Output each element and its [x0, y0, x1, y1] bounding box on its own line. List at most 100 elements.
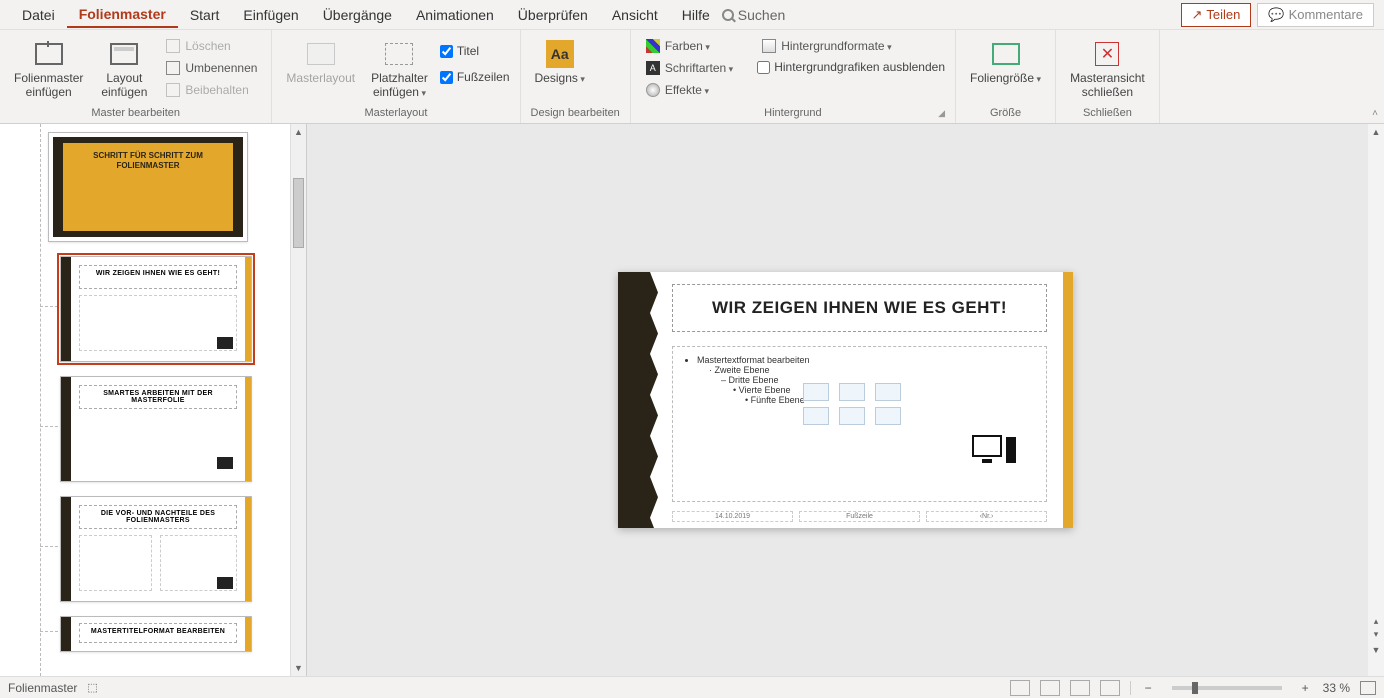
- slide-size-button[interactable]: Foliengröße: [966, 36, 1045, 88]
- layout-thumbnail-2[interactable]: SMARTES ARBEITEN MIT DER MASTERFOLIE: [60, 376, 252, 482]
- group-master-bearbeiten: Folienmaster einfügen Layout einfügen Lö…: [0, 30, 272, 123]
- share-button[interactable]: ↗ Teilen: [1181, 3, 1252, 27]
- slide-number-placeholder[interactable]: ‹Nr.›: [926, 511, 1047, 522]
- tree-line: [40, 124, 41, 676]
- slide-size-icon: [992, 43, 1020, 65]
- group-masterlayout: Masterlayout Platzhalter einfügen Titel …: [272, 30, 520, 123]
- group-label: Größe: [966, 105, 1045, 123]
- scroll-handle[interactable]: [293, 178, 304, 248]
- tab-uebergaenge[interactable]: Übergänge: [311, 3, 404, 27]
- rename-button[interactable]: Umbenennen: [161, 58, 261, 78]
- insert-slide-master-button[interactable]: Folienmaster einfügen: [10, 36, 87, 102]
- group-hintergrund: Farben ASchriftarten Effekte Hintergrund…: [631, 30, 956, 123]
- decorative-bar: [1063, 272, 1073, 528]
- date-placeholder[interactable]: 14.10.2019: [672, 511, 793, 522]
- insert-picture-icon[interactable]: [803, 407, 829, 425]
- tab-animationen[interactable]: Animationen: [404, 3, 506, 27]
- layout-icon: [110, 43, 138, 65]
- preserve-icon: [166, 83, 180, 97]
- group-label: Master bearbeiten: [10, 105, 261, 123]
- group-label: Design bearbeiten: [531, 105, 620, 123]
- fonts-button[interactable]: ASchriftarten: [641, 58, 737, 78]
- layout-thumbnail-4[interactable]: MASTERTITELFORMAT BEARBEITEN: [60, 616, 252, 652]
- slide-canvas[interactable]: WIR ZEIGEN IHNEN WIE ES GEHT! Mastertext…: [618, 272, 1073, 528]
- slideshow-view-button[interactable]: [1100, 680, 1120, 696]
- comment-icon: 💬: [1268, 7, 1284, 23]
- decorative-wave: [618, 272, 658, 528]
- content-placeholder[interactable]: Mastertextformat bearbeiten Zweite Ebene…: [672, 346, 1047, 502]
- reading-view-button[interactable]: [1070, 680, 1090, 696]
- tab-start[interactable]: Start: [178, 3, 232, 27]
- tab-hilfe[interactable]: Hilfe: [670, 3, 722, 27]
- next-slide-button[interactable]: ▾: [1374, 629, 1379, 640]
- master-thumbnail[interactable]: SCHRITT FÜR SCHRITT ZUM FOLIENMASTER: [48, 132, 248, 242]
- designs-button[interactable]: Aa Designs: [531, 36, 589, 88]
- scroll-down-icon[interactable]: ▼: [1368, 642, 1384, 658]
- tab-folienmaster[interactable]: Folienmaster: [67, 2, 178, 28]
- close-master-view-button[interactable]: ✕ Masteransicht schließen: [1066, 36, 1149, 102]
- themes-icon: Aa: [546, 40, 574, 68]
- zoom-out-button[interactable]: −: [1141, 681, 1156, 695]
- group-label: Hintergrund◢: [641, 105, 945, 123]
- accessibility-icon[interactable]: ⬚: [87, 681, 97, 694]
- placeholder-icon: [385, 43, 413, 65]
- tell-me-search[interactable]: Suchen: [722, 7, 785, 23]
- group-schliessen: ✕ Masteransicht schließen Schließen: [1056, 30, 1160, 123]
- tab-ueberpruefen[interactable]: Überprüfen: [506, 3, 600, 27]
- insert-table-icon[interactable]: [803, 383, 829, 401]
- layout-thumbnail-3[interactable]: DIE VOR- UND NACHTEILE DES FOLIENMASTERS: [60, 496, 252, 602]
- title-placeholder[interactable]: WIR ZEIGEN IHNEN WIE ES GEHT!: [672, 284, 1047, 332]
- hide-bg-graphics-checkbox[interactable]: Hintergrundgrafiken ausblenden: [757, 58, 945, 76]
- fit-to-window-button[interactable]: [1360, 681, 1376, 695]
- ribbon: Folienmaster einfügen Layout einfügen Lö…: [0, 30, 1384, 124]
- status-bar: Folienmaster ⬚ − + 33 %: [0, 676, 1384, 698]
- insert-chart-icon[interactable]: [839, 383, 865, 401]
- bullet-l2: Zweite Ebene: [709, 365, 1036, 375]
- insert-online-picture-icon[interactable]: [839, 407, 865, 425]
- master-layout-button: Masterlayout: [282, 36, 359, 88]
- comments-button[interactable]: 💬 Kommentare: [1257, 3, 1374, 27]
- normal-view-button[interactable]: [1010, 680, 1030, 696]
- scroll-up-icon[interactable]: ▲: [1368, 124, 1384, 140]
- thumbnail-scrollbar[interactable]: ▲ ▼: [290, 124, 306, 676]
- search-placeholder: Suchen: [738, 7, 785, 23]
- main-area: SCHRITT FÜR SCHRITT ZUM FOLIENMASTER WIR…: [0, 124, 1384, 676]
- slide-editor[interactable]: WIR ZEIGEN IHNEN WIE ES GEHT! Mastertext…: [307, 124, 1384, 676]
- editor-scrollbar[interactable]: ▲ ▼ ▴ ▾: [1368, 124, 1384, 676]
- zoom-in-button[interactable]: +: [1298, 681, 1313, 695]
- rename-icon: [166, 61, 180, 75]
- scroll-down-icon[interactable]: ▼: [291, 660, 306, 676]
- menu-bar: Datei Folienmaster Start Einfügen Übergä…: [0, 0, 1384, 30]
- insert-video-icon[interactable]: [875, 407, 901, 425]
- zoom-slider[interactable]: [1172, 686, 1282, 690]
- scroll-up-icon[interactable]: ▲: [291, 124, 306, 140]
- delete-icon: [166, 39, 180, 53]
- prev-slide-button[interactable]: ▴: [1374, 616, 1379, 627]
- bullet-l1: Mastertextformat bearbeiten: [697, 355, 1036, 365]
- effects-icon: [646, 83, 660, 97]
- share-icon: ↗: [1192, 7, 1203, 23]
- background-styles-button[interactable]: Hintergrundformate: [757, 36, 945, 56]
- dialog-launcher[interactable]: ◢: [938, 108, 945, 119]
- fonts-icon: A: [646, 61, 660, 75]
- content-type-icons[interactable]: [803, 383, 905, 425]
- footers-checkbox[interactable]: Fußzeilen: [440, 68, 510, 86]
- insert-placeholder-button[interactable]: Platzhalter einfügen: [367, 36, 432, 102]
- zoom-level[interactable]: 33 %: [1323, 681, 1350, 695]
- insert-layout-button[interactable]: Layout einfügen: [95, 36, 153, 102]
- footer-placeholder[interactable]: Fußzeile: [799, 511, 920, 522]
- colors-button[interactable]: Farben: [641, 36, 737, 56]
- computer-icon: [972, 435, 1016, 465]
- layout-thumbnail-1[interactable]: WIR ZEIGEN IHNEN WIE ES GEHT!: [60, 256, 252, 362]
- title-checkbox[interactable]: Titel: [440, 42, 510, 60]
- group-design-bearbeiten: Aa Designs Design bearbeiten: [521, 30, 631, 123]
- tab-einfuegen[interactable]: Einfügen: [231, 3, 310, 27]
- group-label: Masterlayout: [282, 105, 509, 123]
- insert-smartart-icon[interactable]: [875, 383, 901, 401]
- delete-button: Löschen: [161, 36, 261, 56]
- tab-datei[interactable]: Datei: [10, 3, 67, 27]
- tab-ansicht[interactable]: Ansicht: [600, 3, 670, 27]
- effects-button[interactable]: Effekte: [641, 80, 737, 100]
- slide-sorter-view-button[interactable]: [1040, 680, 1060, 696]
- collapse-ribbon-button[interactable]: ˄: [1372, 108, 1378, 119]
